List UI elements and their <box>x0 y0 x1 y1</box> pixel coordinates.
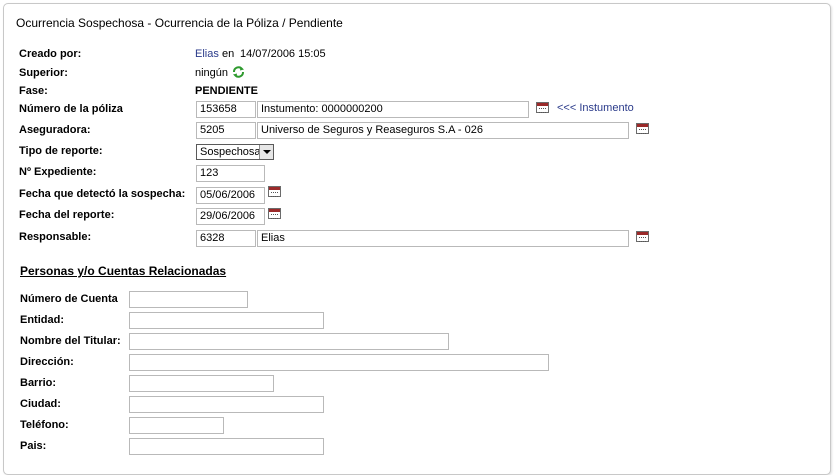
phone-field[interactable] <box>129 417 224 434</box>
file-number-label: Nº Expediente: <box>19 166 97 178</box>
entity-field[interactable] <box>129 312 324 329</box>
account-number-field[interactable] <box>129 291 248 308</box>
holder-name-field[interactable] <box>129 333 449 350</box>
superior-label: Superior: <box>19 67 68 79</box>
neighborhood-label: Barrio: <box>20 377 57 389</box>
calendar-icon[interactable] <box>268 186 281 197</box>
country-label: Pais: <box>20 440 47 452</box>
file-number-field[interactable]: 123 <box>196 165 265 182</box>
address-label: Dirección: <box>20 356 74 368</box>
insurer-code-field[interactable]: 5205 <box>196 122 256 139</box>
superior-value: ningún <box>195 67 229 79</box>
report-type-select[interactable]: Sospechosa <box>196 144 274 160</box>
city-field[interactable] <box>129 396 324 413</box>
created-by-datetime: 14/07/2006 15:05 <box>240 48 326 60</box>
fase-label: Fase: <box>19 85 48 97</box>
detection-date-label: Fecha que detectó la sospecha: <box>19 188 186 200</box>
neighborhood-field[interactable] <box>129 375 274 392</box>
created-by-connector: en <box>222 48 235 60</box>
policy-number-label: Número de la póliza <box>19 103 123 115</box>
report-date-label: Fecha del reporte: <box>19 209 115 221</box>
country-field[interactable] <box>129 438 324 455</box>
policy-description-field[interactable]: Instumento: 0000000200 <box>257 101 529 118</box>
responsible-code-field[interactable]: 6328 <box>196 230 256 247</box>
address-field[interactable] <box>129 354 549 371</box>
account-number-label: Número de Cuenta <box>20 293 118 305</box>
report-type-label: Tipo de reporte: <box>19 145 103 157</box>
phone-label: Teléfono: <box>20 419 69 431</box>
report-type-selected: Sospechosa <box>200 146 261 158</box>
entity-label: Entidad: <box>20 314 64 326</box>
city-label: Ciudad: <box>20 398 61 410</box>
report-date-field[interactable]: 29/06/2006 <box>196 208 265 225</box>
calendar-icon[interactable] <box>636 231 649 242</box>
chevron-down-icon[interactable] <box>259 145 273 159</box>
holder-name-label: Nombre del Titular: <box>20 335 121 347</box>
refresh-icon[interactable] <box>232 66 245 78</box>
instrument-link[interactable]: <<< Instumento <box>557 102 634 114</box>
page-title: Ocurrencia Sospechosa - Ocurrencia de la… <box>16 16 343 30</box>
insurer-label: Aseguradora: <box>19 124 91 136</box>
calendar-icon[interactable] <box>536 102 549 113</box>
created-by-label: Creado por: <box>19 48 82 60</box>
detection-date-field[interactable]: 05/06/2006 <box>196 187 265 204</box>
fase-value: PENDIENTE <box>195 85 258 97</box>
policy-code-field[interactable]: 153658 <box>196 101 256 118</box>
calendar-icon[interactable] <box>636 123 649 134</box>
responsible-label: Responsable: <box>19 231 92 243</box>
responsible-name-field[interactable]: Elias <box>257 230 629 247</box>
created-by-user-link[interactable]: Elias <box>195 48 219 60</box>
insurer-name-field[interactable]: Universo de Seguros y Reaseguros S.A - 0… <box>257 122 629 139</box>
calendar-icon[interactable] <box>268 208 281 219</box>
related-section-title: Personas y/o Cuentas Relacionadas <box>20 264 227 278</box>
